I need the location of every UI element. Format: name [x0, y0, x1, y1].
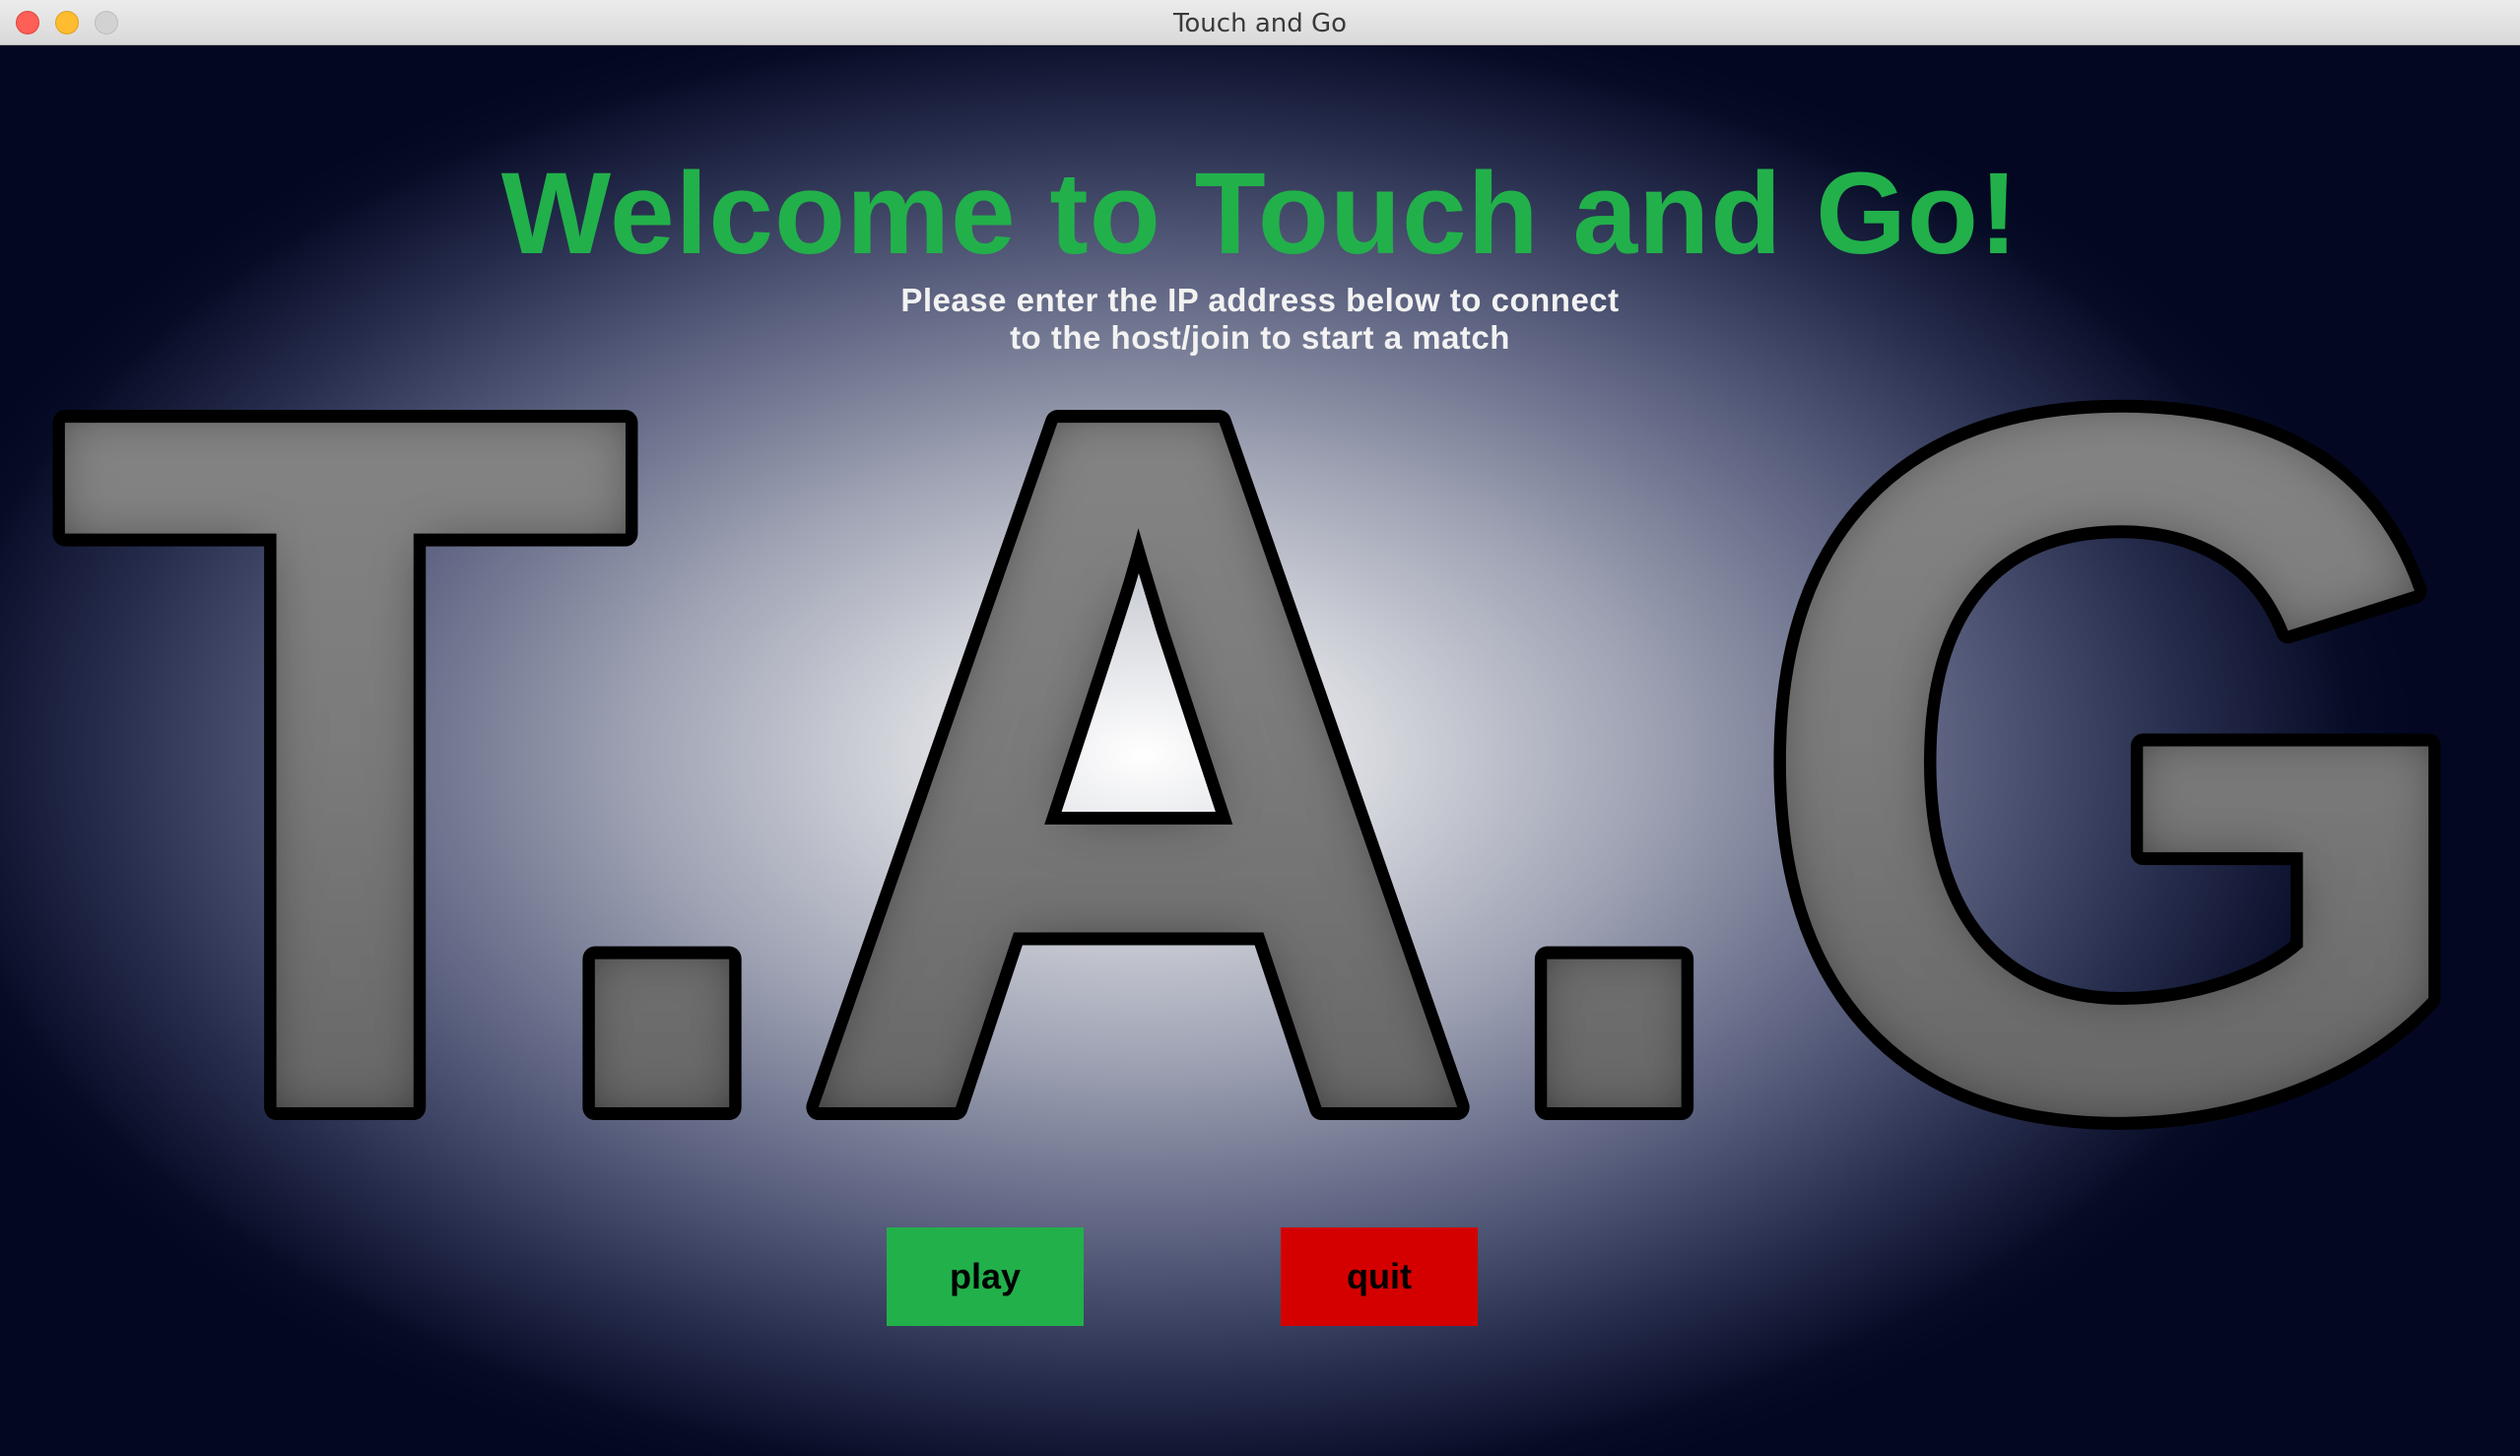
- logo-text: T.A.G: [54, 208, 2487, 1319]
- instructions-line-2: to the host/join to start a match: [1010, 319, 1510, 356]
- title-bar[interactable]: Touch and Go: [0, 0, 2520, 45]
- app-window: Touch and Go T.A.G Welcome to Touch and …: [0, 0, 2520, 1456]
- window-title: Touch and Go: [1172, 9, 1348, 38]
- play-button[interactable]: play: [887, 1227, 1084, 1326]
- instructions-line-1: Please enter the IP address below to con…: [900, 282, 1620, 318]
- main-menu: T.A.G Welcome to Touch and Go! Please en…: [0, 45, 2520, 1456]
- quit-button[interactable]: quit: [1281, 1227, 1478, 1326]
- welcome-heading: Welcome to Touch and Go!: [500, 149, 2020, 279]
- instructions-text: Please enter the IP address below to con…: [0, 282, 2520, 357]
